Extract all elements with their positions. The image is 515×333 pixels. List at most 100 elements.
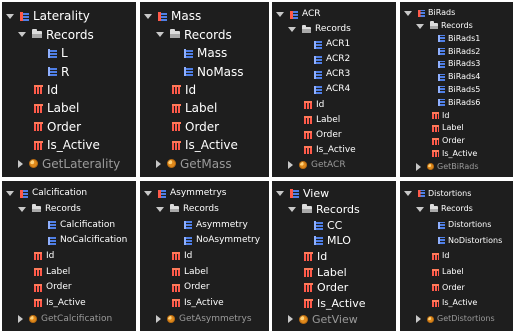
method-item-getbirads[interactable]: GetBiRads bbox=[416, 160, 479, 173]
record-item-r[interactable]: R bbox=[48, 62, 69, 80]
expanded-triangle-icon bbox=[404, 10, 412, 16]
method-item-getcalcification[interactable]: GetCalcification bbox=[18, 311, 112, 327]
record-item-birads6[interactable]: BiRads6 bbox=[438, 96, 480, 109]
method-orb-icon bbox=[167, 159, 176, 169]
record-item-asymmetry[interactable]: Asymmetry bbox=[184, 217, 248, 233]
field-item-is-active[interactable]: Is_Active bbox=[172, 136, 238, 154]
record-item-nocalcification[interactable]: NoCalcification bbox=[48, 233, 127, 249]
field-item-is-active[interactable]: Is_Active bbox=[34, 296, 86, 312]
field-item-order[interactable]: Order bbox=[304, 280, 348, 296]
field-grid-icon bbox=[432, 284, 439, 292]
tree-node-asymmetrys[interactable]: Asymmetrys bbox=[144, 186, 227, 202]
table-icon bbox=[290, 10, 298, 19]
field-grid-icon bbox=[432, 268, 439, 276]
method-item-getdistortions[interactable]: GetDistortions bbox=[416, 311, 495, 327]
records-folder[interactable]: Records bbox=[416, 202, 473, 218]
field-item-is-active[interactable]: Is_Active bbox=[432, 147, 477, 160]
records-folder[interactable]: Records bbox=[18, 25, 94, 43]
records-folder[interactable]: Records bbox=[156, 25, 232, 43]
table-icon bbox=[418, 9, 425, 17]
expanded-triangle-icon bbox=[6, 191, 14, 197]
field-item-is-active[interactable]: Is_Active bbox=[304, 296, 366, 312]
tree-node-mass[interactable]: Mass bbox=[144, 7, 201, 25]
field-item-label[interactable]: Label bbox=[172, 99, 217, 117]
tree-node-acr[interactable]: ACR bbox=[276, 7, 321, 22]
record-item-mass[interactable]: Mass bbox=[184, 44, 227, 62]
field-item-label[interactable]: Label bbox=[304, 113, 340, 128]
field-grid-icon bbox=[172, 268, 180, 277]
method-item-getview[interactable]: GetView bbox=[288, 311, 358, 327]
tree-node-calcification[interactable]: Calcification bbox=[6, 186, 87, 202]
field-item-order[interactable]: Order bbox=[432, 280, 465, 296]
record-item-birads2[interactable]: BiRads2 bbox=[438, 45, 480, 58]
records-folder[interactable]: Records bbox=[288, 202, 360, 218]
folder-icon bbox=[32, 29, 42, 39]
field-grid-icon bbox=[304, 131, 312, 140]
field-item-id[interactable]: Id bbox=[432, 109, 449, 122]
method-item-getasymmetrys[interactable]: GetAsymmetrys bbox=[156, 311, 252, 327]
field-grid-icon bbox=[432, 150, 439, 158]
record-item-birads1[interactable]: BiRads1 bbox=[438, 33, 480, 46]
record-item-calcification[interactable]: Calcification bbox=[48, 217, 115, 233]
field-item-label[interactable]: Label bbox=[34, 264, 70, 280]
records-folder[interactable]: Records bbox=[416, 20, 473, 33]
record-grid-icon bbox=[184, 67, 193, 77]
record-item-cc[interactable]: CC bbox=[314, 217, 342, 233]
record-grid-icon bbox=[184, 48, 193, 58]
tree-node-distortions[interactable]: Distortions bbox=[404, 186, 471, 202]
field-item-is-active[interactable]: Is_Active bbox=[172, 296, 224, 312]
method-item-getacr[interactable]: GetACR bbox=[288, 158, 346, 173]
field-item-order[interactable]: Order bbox=[304, 128, 342, 143]
record-item-acr2[interactable]: ACR2 bbox=[314, 52, 350, 67]
tree-node-birads[interactable]: BiRads bbox=[404, 7, 455, 20]
field-item-order[interactable]: Order bbox=[34, 280, 72, 296]
field-item-order[interactable]: Order bbox=[172, 280, 210, 296]
record-grid-icon bbox=[48, 236, 56, 245]
record-item-birads4[interactable]: BiRads4 bbox=[438, 71, 480, 84]
method-item-getmass[interactable]: GetMass bbox=[156, 155, 232, 173]
collapsed-triangle-icon bbox=[288, 161, 293, 170]
field-item-label[interactable]: Label bbox=[432, 122, 464, 135]
field-item-order[interactable]: Order bbox=[34, 118, 81, 136]
records-folder[interactable]: Records bbox=[288, 22, 351, 37]
record-item-nodistortions[interactable]: NoDistortions bbox=[438, 233, 502, 249]
field-grid-icon bbox=[34, 85, 43, 95]
tree-node-laterality[interactable]: Laterality bbox=[6, 7, 90, 25]
field-item-label[interactable]: Label bbox=[172, 264, 208, 280]
record-item-birads3[interactable]: BiRads3 bbox=[438, 58, 480, 71]
records-folder[interactable]: Records bbox=[156, 202, 219, 218]
field-item-id[interactable]: Id bbox=[34, 249, 54, 265]
field-item-id[interactable]: Id bbox=[172, 249, 192, 265]
field-item-id[interactable]: Id bbox=[34, 81, 58, 99]
field-item-label[interactable]: Label bbox=[304, 264, 347, 280]
field-item-id[interactable]: Id bbox=[172, 81, 196, 99]
record-item-distortions[interactable]: Distortions bbox=[438, 217, 491, 233]
tree-panel-calcification: Calcification Records Calcification NoCalci… bbox=[2, 181, 136, 331]
record-item-acr4[interactable]: ACR4 bbox=[314, 82, 350, 97]
record-item-mlo[interactable]: MLO bbox=[314, 233, 351, 249]
field-item-is-active[interactable]: Is_Active bbox=[304, 143, 356, 158]
field-item-label[interactable]: Label bbox=[34, 99, 79, 117]
field-grid-icon bbox=[304, 101, 312, 110]
field-item-label[interactable]: Label bbox=[432, 264, 464, 280]
expanded-triangle-icon bbox=[416, 206, 424, 212]
tree-node-view[interactable]: View bbox=[276, 186, 329, 202]
record-item-acr3[interactable]: ACR3 bbox=[314, 67, 350, 82]
field-item-order[interactable]: Order bbox=[172, 118, 219, 136]
field-item-id[interactable]: Id bbox=[304, 249, 327, 265]
record-item-l[interactable]: L bbox=[48, 44, 68, 62]
record-item-birads5[interactable]: BiRads5 bbox=[438, 84, 480, 97]
method-item-getlaterality[interactable]: GetLaterality bbox=[18, 155, 120, 173]
table-icon bbox=[20, 189, 28, 198]
record-item-nomass[interactable]: NoMass bbox=[184, 62, 244, 80]
field-item-id[interactable]: Id bbox=[304, 98, 324, 113]
field-item-id[interactable]: Id bbox=[432, 249, 449, 265]
field-item-order[interactable]: Order bbox=[432, 135, 465, 148]
field-item-is-active[interactable]: Is_Active bbox=[34, 136, 100, 154]
records-folder[interactable]: Records bbox=[18, 202, 81, 218]
record-item-noasymmetry[interactable]: NoAsymmetry bbox=[184, 233, 260, 249]
field-item-is-active[interactable]: Is_Active bbox=[432, 296, 477, 312]
record-item-acr1[interactable]: ACR1 bbox=[314, 37, 350, 52]
method-orb-icon bbox=[427, 163, 434, 171]
field-grid-icon bbox=[34, 252, 42, 261]
